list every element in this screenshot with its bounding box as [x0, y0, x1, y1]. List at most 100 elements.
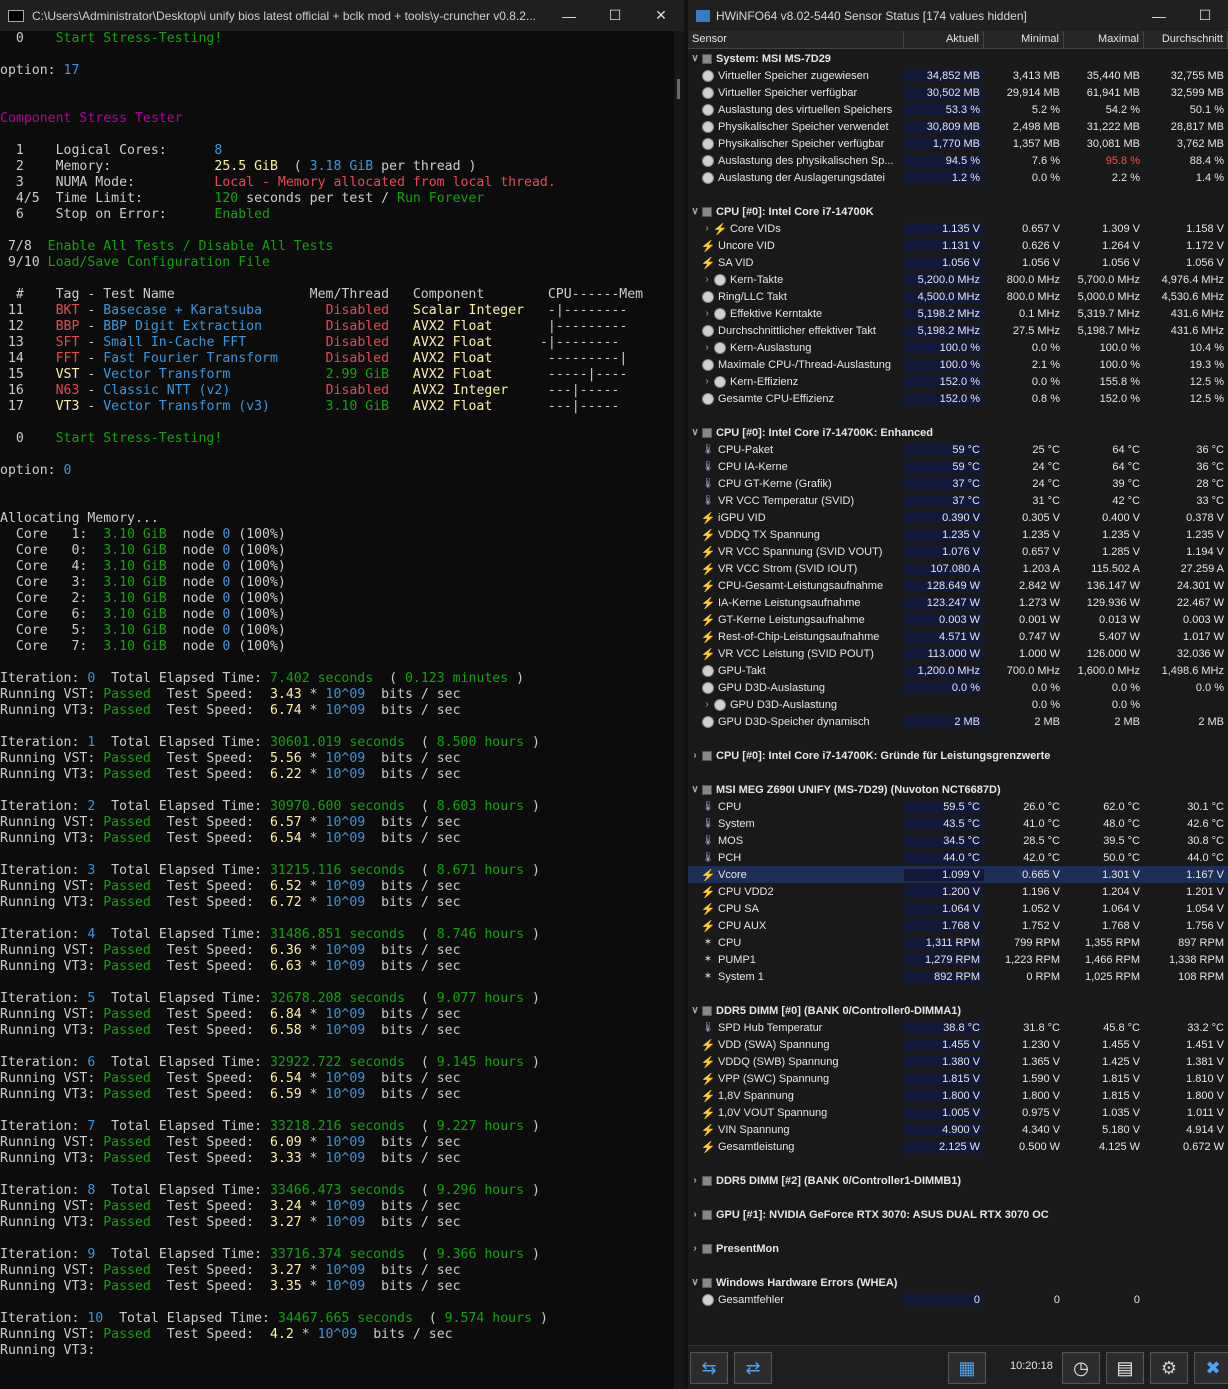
sensor-row[interactable]: › Kern-Auslastung 100.0 % 0.0 % 100.0 % 10.4 …	[688, 339, 1228, 356]
sensor-row[interactable]: ⚡ CPU SA 1.064 V 1.052 V 1.064 V 1.054 V	[688, 900, 1228, 917]
sensor-row[interactable]: 🌡 CPU GT-Kerne (Grafik) 37 °C 24 °C 39 °C 28 …	[688, 475, 1228, 492]
expand-arrows-icon[interactable]: ⇆	[690, 1352, 728, 1384]
sensor-row[interactable]: ⚡ IA-Kerne Leistungsaufnahme 123.247 W 1.27…	[688, 594, 1228, 611]
sensor-row[interactable]: ⚡ VDDQ (SWB) Spannung 1.380 V 1.365 V 1.425 …	[688, 1053, 1228, 1070]
sensor-row[interactable]: ⚡ Uncore VID 1.131 V 0.626 V 1.264 V 1.172 V	[688, 237, 1228, 254]
sensor-row[interactable]: GPU D3D-Speicher dynamisch 2 MB 2 MB 2 MB 2 …	[688, 713, 1228, 730]
sensor-row[interactable]: ⚡ VR VCC Strom (SVID IOUT) 107.080 A 1.203 …	[688, 560, 1228, 577]
sensor-group-row[interactable]: ∨ Windows Hardware Errors (WHEA)	[688, 1274, 1228, 1291]
sensor-row[interactable]: ⚡ VR VCC Spannung (SVID VOUT) 1.076 V 0.657…	[688, 543, 1228, 560]
sensor-row[interactable]: ⚡ Vcore 1.099 V 0.665 V 1.301 V 1.167 V	[688, 866, 1228, 883]
sensor-group-row[interactable]: › CPU [#0]: Intel Core i7-14700K: Gründe …	[688, 747, 1228, 764]
sensor-row[interactable]: ⚡ CPU AUX 1.768 V 1.752 V 1.768 V 1.756 V	[688, 917, 1228, 934]
sensor-row[interactable]: ⚡ Gesamtleistung 2.125 W 0.500 W 4.125 W 0.67…	[688, 1138, 1228, 1155]
sensor-row[interactable]: 🌡 PCH 44.0 °C 42.0 °C 50.0 °C 44.0 °C	[688, 849, 1228, 866]
sensor-group-row[interactable]: › PresentMon	[688, 1240, 1228, 1257]
sensor-row[interactable]: ⚡ VDD (SWA) Spannung 1.455 V 1.230 V 1.455 V…	[688, 1036, 1228, 1053]
chevron-down-icon[interactable]: ∨	[688, 53, 702, 64]
hwinfo-titlebar[interactable]: HWiNFO64 v8.02-5440 Sensor Status [174 v…	[688, 0, 1228, 31]
sensor-row[interactable]: GPU D3D-Auslastung 0.0 % 0.0 % 0.0 % 0.0 %	[688, 679, 1228, 696]
sensor-row[interactable]: Physikalischer Speicher verfügbar 1,770 M…	[688, 135, 1228, 152]
chevron-down-icon[interactable]: ∨	[688, 206, 702, 217]
sensor-row[interactable]: Maximale CPU-/Thread-Auslastung 100.0 % 2.…	[688, 356, 1228, 373]
chevron-down-icon[interactable]: ∨	[688, 1005, 702, 1016]
sensor-row[interactable]: Auslastung des virtuellen Speichers 53.3 …	[688, 101, 1228, 118]
close-icon[interactable]: ✖	[1194, 1352, 1228, 1384]
chevron-right-icon[interactable]: ›	[688, 1209, 702, 1220]
sensor-row[interactable]: ⚡ CPU VDD2 1.200 V 1.196 V 1.204 V 1.201 V	[688, 883, 1228, 900]
sensor-row[interactable]: ⚡ Rest-of-Chip-Leistungsaufnahme 4.571 W 0.…	[688, 628, 1228, 645]
collapse-arrows-icon[interactable]: ⇄	[734, 1352, 772, 1384]
sensor-row[interactable]: › ⚡ Core VIDs 1.135 V 0.657 V 1.309 V 1.158 V	[688, 220, 1228, 237]
scrollbar-thumb[interactable]	[677, 79, 680, 99]
sensor-row[interactable]: › Kern-Takte 5,200.0 MHz 800.0 MHz 5,700.0 M…	[688, 271, 1228, 288]
sensor-group-row[interactable]: ∨ DDR5 DIMM [#0] (BANK 0/Controller0-DIMM…	[688, 1002, 1228, 1019]
console-output[interactable]: 0 Start Stress-Testing! option: 17 Compone…	[0, 31, 674, 1389]
col-sensor[interactable]: Sensor	[688, 31, 904, 48]
sensor-row[interactable]: 🌡 CPU IA-Kerne 59 °C 24 °C 64 °C 36 °C	[688, 458, 1228, 475]
chevron-down-icon[interactable]: ∨	[688, 427, 702, 438]
maximize-icon[interactable]: ☐	[592, 7, 638, 24]
col-min[interactable]: Minimal	[984, 31, 1064, 48]
sensor-row[interactable]: ⚡ 1,8V Spannung 1.800 V 1.800 V 1.815 V 1.800…	[688, 1087, 1228, 1104]
clock-reset-icon[interactable]: ◷	[1062, 1352, 1100, 1384]
sensor-row[interactable]: GPU-Takt 1,200.0 MHz 700.0 MHz 1,600.0 MHz 1…	[688, 662, 1228, 679]
chevron-right-icon[interactable]: ›	[688, 1175, 702, 1186]
sensor-row[interactable]: 🌡 VR VCC Temperatur (SVID) 37 °C 31 °C 42 °C…	[688, 492, 1228, 509]
sensor-group-row[interactable]: ∨ System: MSI MS-7D29	[688, 50, 1228, 67]
close-icon[interactable]: ✕	[638, 7, 684, 24]
sensor-row[interactable]: 🌡 CPU-Paket 59 °C 25 °C 64 °C 36 °C	[688, 441, 1228, 458]
maximize-icon[interactable]: ☐	[1182, 7, 1228, 24]
sensor-row[interactable]: ⚡ GT-Kerne Leistungsaufnahme 0.003 W 0.001 …	[688, 611, 1228, 628]
sensor-row[interactable]: Auslastung der Auslagerungsdatei 1.2 % 0.0…	[688, 169, 1228, 186]
sensor-row[interactable]: Ring/LLC Takt 4,500.0 MHz 800.0 MHz 5,000.0…	[688, 288, 1228, 305]
sensor-row[interactable]: Gesamtfehler 0 0 0	[688, 1291, 1228, 1308]
sensor-row[interactable]: 🌡 MOS 34.5 °C 28.5 °C 39.5 °C 30.8 °C	[688, 832, 1228, 849]
sensor-group-row[interactable]: › DDR5 DIMM [#2] (BANK 0/Controller1-DIMM…	[688, 1172, 1228, 1189]
report-icon[interactable]: ▤	[1106, 1352, 1144, 1384]
sensor-row[interactable]: 🌡 CPU 59.5 °C 26.0 °C 62.0 °C 30.1 °C	[688, 798, 1228, 815]
console-scrollbar[interactable]	[674, 31, 684, 1389]
sensor-group-row[interactable]: ∨ CPU [#0]: Intel Core i7-14700K	[688, 203, 1228, 220]
console-window[interactable]: C:\Users\Administrator\Desktop\i unify b…	[0, 0, 684, 1389]
sensor-row[interactable]: Gesamte CPU-Effizienz 152.0 % 0.8 % 152.0 %…	[688, 390, 1228, 407]
sensor-row[interactable]: ⚡ 1,0V VOUT Spannung 1.005 V 0.975 V 1.035 V…	[688, 1104, 1228, 1121]
sensor-row[interactable]: Virtueller Speicher zugewiesen 34,852 MB 3…	[688, 67, 1228, 84]
sensor-row[interactable]: ⚡ CPU-Gesamt-Leistungsaufnahme 128.649 W 2.…	[688, 577, 1228, 594]
sensor-row[interactable]: Auslastung des physikalischen Sp... 94.5 …	[688, 152, 1228, 169]
sensor-row[interactable]: › Effektive Kerntakte 5,198.2 MHz 0.1 MHz 5,…	[688, 305, 1228, 322]
minimize-icon[interactable]: —	[546, 8, 592, 24]
sensor-row[interactable]: Durchschnittlicher effektiver Takt 5,198.…	[688, 322, 1228, 339]
sensor-row[interactable]: ⚡ SA VID 1.056 V 1.056 V 1.056 V 1.056 V	[688, 254, 1228, 271]
chevron-right-icon[interactable]: ›	[688, 1243, 702, 1254]
chevron-down-icon[interactable]: ∨	[688, 1277, 702, 1288]
sensor-row[interactable]: Physikalischer Speicher verwendet 30,809 …	[688, 118, 1228, 135]
sensor-row[interactable]: ⚡ iGPU VID 0.390 V 0.305 V 0.400 V 0.378 V	[688, 509, 1228, 526]
sensor-row[interactable]: 🌡 System 43.5 °C 41.0 °C 48.0 °C 42.6 °C	[688, 815, 1228, 832]
sensor-row[interactable]: › Kern-Effizienz 152.0 % 0.0 % 155.8 % 12.5 %	[688, 373, 1228, 390]
console-titlebar[interactable]: C:\Users\Administrator\Desktop\i unify b…	[0, 0, 684, 31]
sensor-group-row[interactable]: › GPU [#1]: NVIDIA GeForce RTX 3070: ASUS…	[688, 1206, 1228, 1223]
sensor-row[interactable]: › GPU D3D-Auslastung 0.0 % 0.0 %	[688, 696, 1228, 713]
sensor-group-row[interactable]: ∨ CPU [#0]: Intel Core i7-14700K: Enhance…	[688, 424, 1228, 441]
sensor-row[interactable]: ⚡ VR VCC Leistung (SVID POUT) 113.000 W 1.0…	[688, 645, 1228, 662]
col-average[interactable]: Durchschnitt	[1144, 31, 1228, 48]
chevron-down-icon[interactable]: ∨	[688, 784, 702, 795]
network-icon[interactable]: ▦	[948, 1352, 986, 1384]
sensor-row[interactable]: ✶ CPU 1,311 RPM 799 RPM 1,355 RPM 897 RPM	[688, 934, 1228, 951]
sensor-group-row[interactable]: ∨ MSI MEG Z690I UNIFY (MS-7D29) (Nuvoton …	[688, 781, 1228, 798]
sensor-row[interactable]: ⚡ VPP (SWC) Spannung 1.815 V 1.590 V 1.815 V…	[688, 1070, 1228, 1087]
sensor-row[interactable]: 🌡 SPD Hub Temperatur 38.8 °C 31.8 °C 45.8 °C…	[688, 1019, 1228, 1036]
settings-icon[interactable]: ⚙	[1150, 1352, 1188, 1384]
chevron-right-icon[interactable]: ›	[700, 376, 714, 387]
sensor-row[interactable]: ⚡ VDDQ TX Spannung 1.235 V 1.235 V 1.235 V 1.…	[688, 526, 1228, 543]
sensor-row[interactable]: Virtueller Speicher verfügbar 30,502 MB 29…	[688, 84, 1228, 101]
chevron-right-icon[interactable]: ›	[700, 308, 714, 319]
chevron-right-icon[interactable]: ›	[688, 750, 702, 761]
sensor-row[interactable]: ⚡ VIN Spannung 4.900 V 4.340 V 5.180 V 4.914 …	[688, 1121, 1228, 1138]
chevron-right-icon[interactable]: ›	[700, 342, 714, 353]
chevron-right-icon[interactable]: ›	[700, 699, 714, 710]
minimize-icon[interactable]: —	[1136, 8, 1182, 24]
chevron-right-icon[interactable]: ›	[700, 274, 714, 285]
col-current[interactable]: Aktuell	[904, 31, 984, 48]
